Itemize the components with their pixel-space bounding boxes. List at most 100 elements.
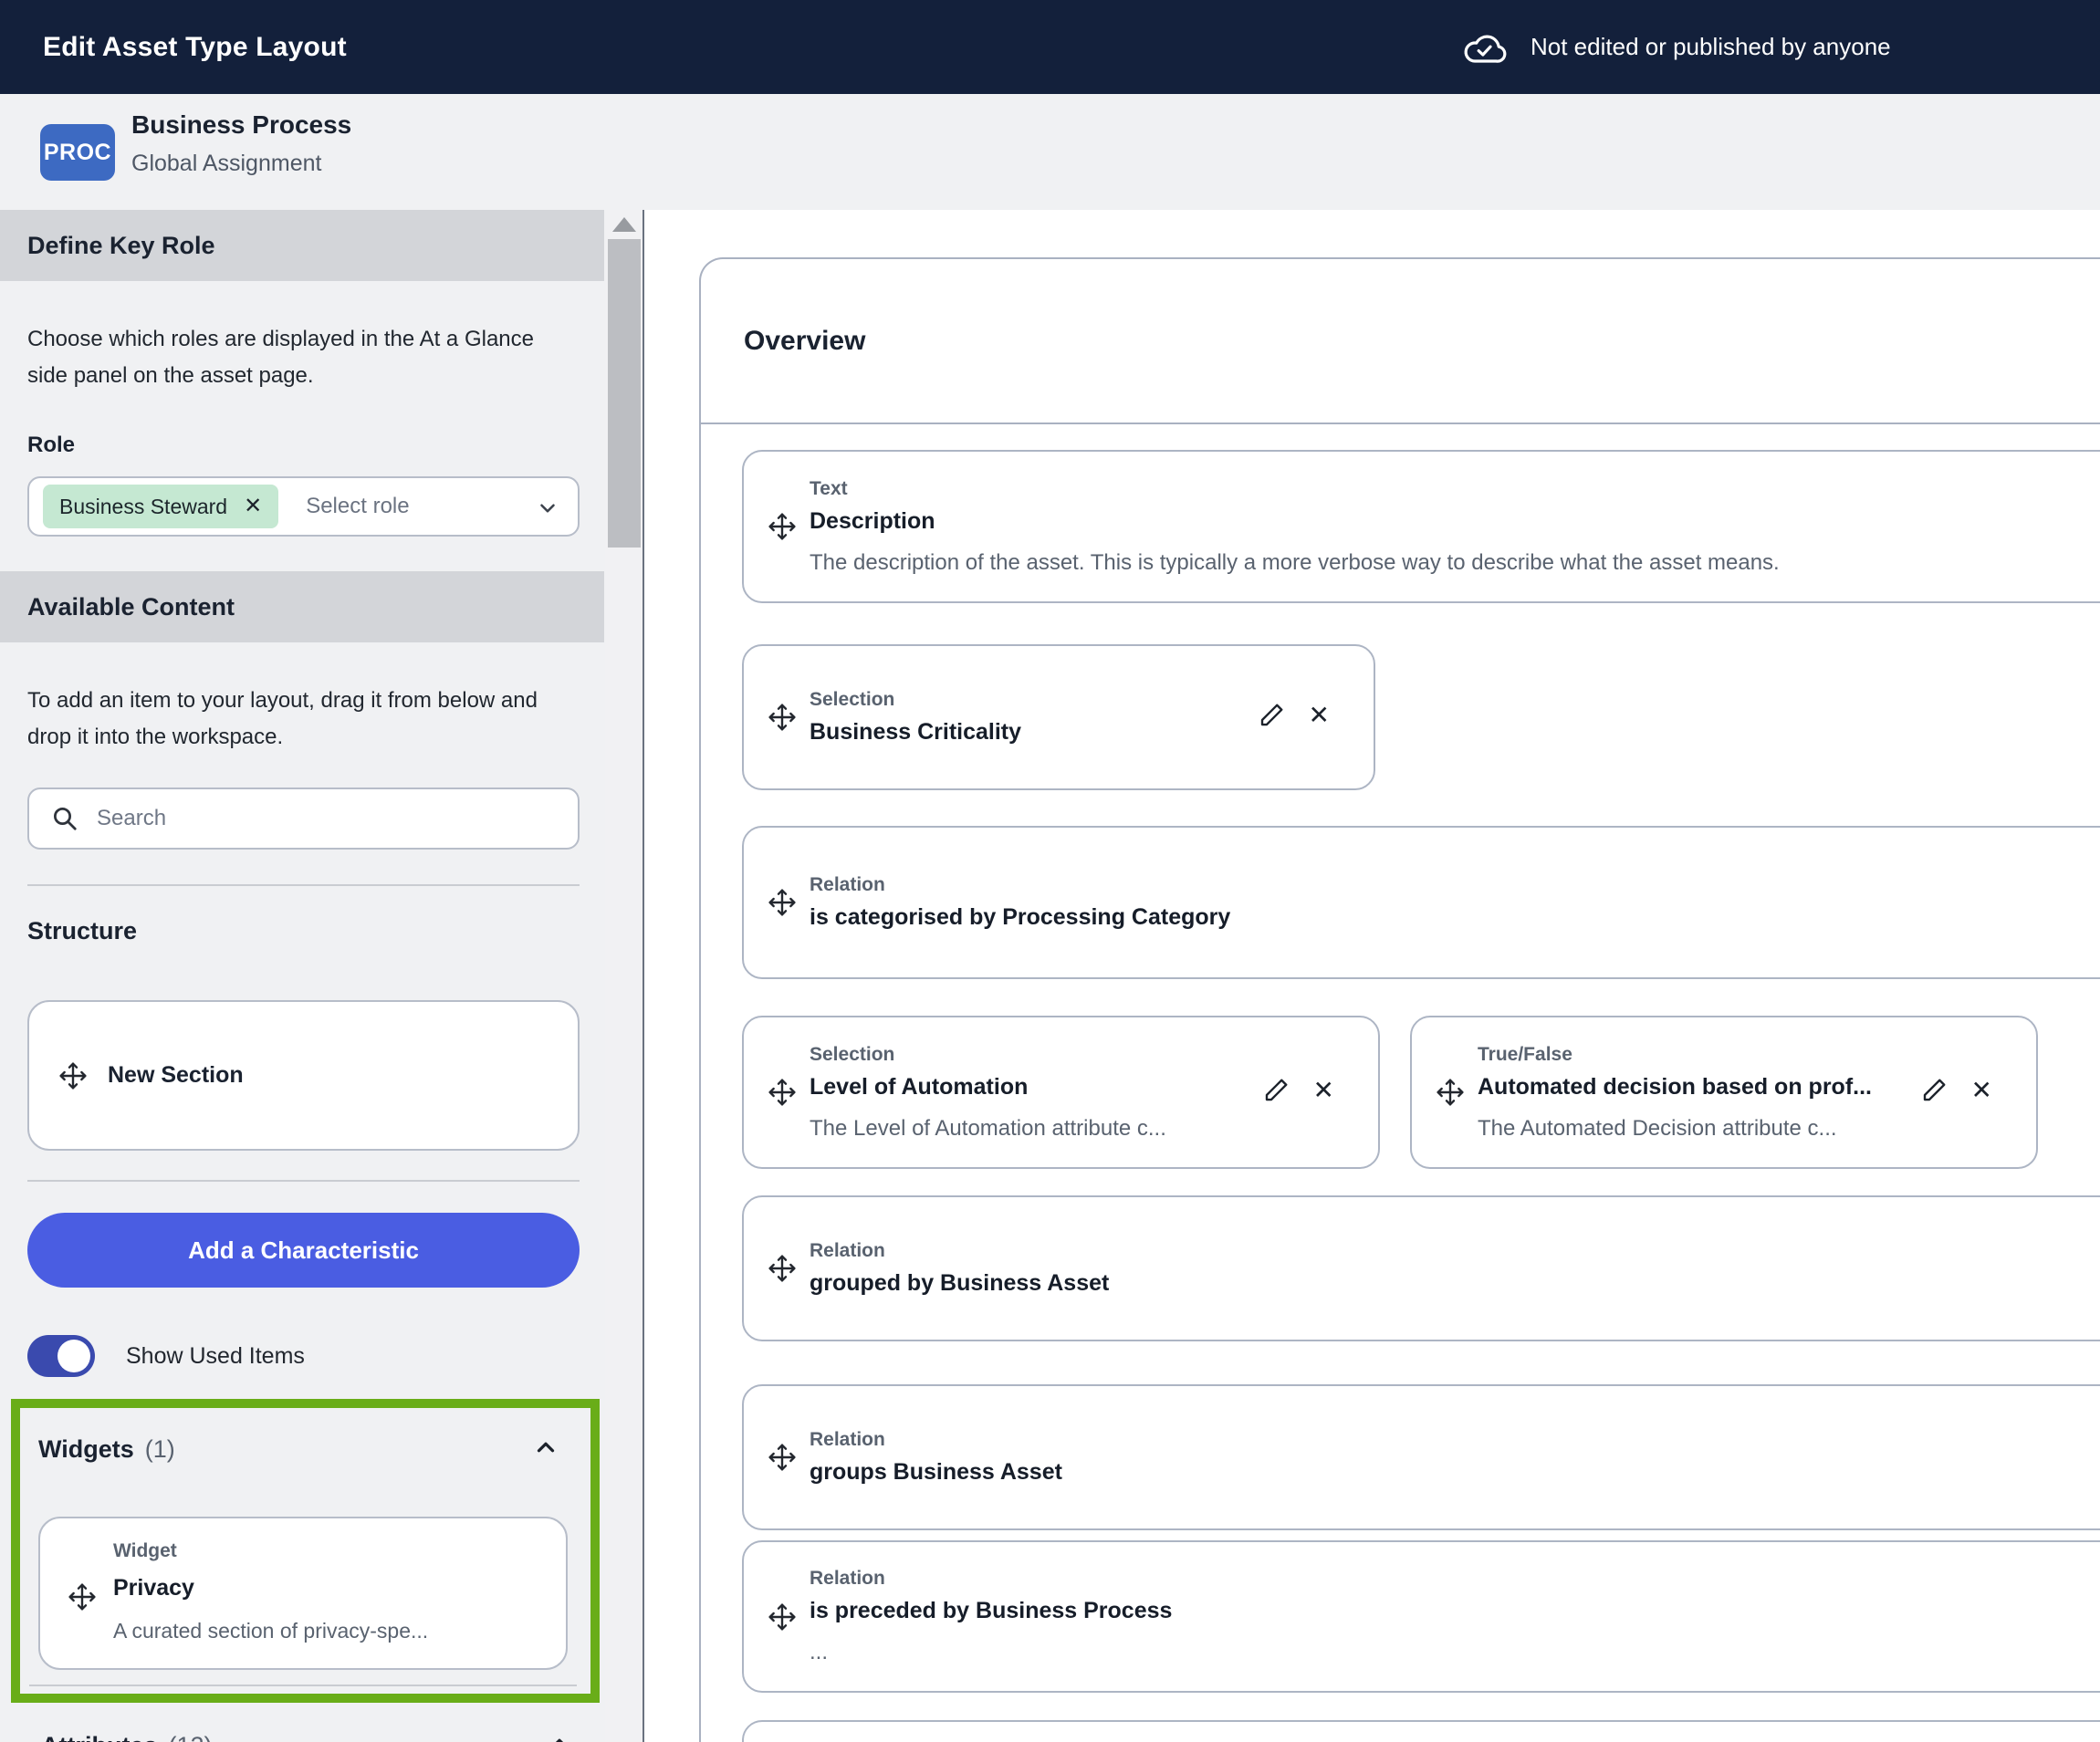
available-content-heading: Available Content <box>27 593 235 621</box>
publish-status: Not edited or published by anyone <box>1463 0 2100 94</box>
card-title: grouped by Business Asset <box>810 1270 2018 1297</box>
remove-icon[interactable]: ✕ <box>1971 1078 1992 1103</box>
structure-heading: Structure <box>27 917 604 945</box>
layout-card-processing-category[interactable]: Relation is categorised by Processing Ca… <box>742 826 2100 979</box>
edit-icon[interactable] <box>1258 702 1285 729</box>
card-description: The Level of Automation attribute c... <box>810 1116 1232 1142</box>
show-used-items-toggle[interactable] <box>27 1335 95 1377</box>
sidebar: Define Key Role Choose which roles are d… <box>0 210 604 1742</box>
divider <box>27 1180 580 1182</box>
move-icon[interactable] <box>768 1254 797 1283</box>
edit-icon[interactable] <box>1920 1077 1948 1104</box>
sidebar-scrollbar[interactable] <box>605 210 643 1742</box>
move-icon[interactable] <box>58 1061 88 1090</box>
remove-icon[interactable]: ✕ <box>1313 1078 1334 1103</box>
move-icon[interactable] <box>768 1602 797 1632</box>
layout-card-grouped-by-business-asset[interactable]: Relation grouped by Business Asset <box>742 1195 2100 1341</box>
card-title: Business Criticality <box>810 719 1228 746</box>
layout-card-business-criticality[interactable]: Selection Business Criticality ✕ <box>742 644 1375 790</box>
new-section-card[interactable]: New Section <box>27 1000 580 1151</box>
role-label: Role <box>27 433 604 458</box>
publish-status-text: Not edited or published by anyone <box>1531 33 1891 61</box>
available-content-header: Available Content <box>0 571 604 642</box>
show-used-items-label: Show Used Items <box>126 1343 305 1370</box>
move-icon[interactable] <box>768 512 797 541</box>
role-tag-business-steward: Business Steward ✕ <box>43 485 278 528</box>
widgets-count: (1) <box>145 1435 175 1464</box>
chevron-down-icon[interactable] <box>536 496 559 525</box>
divider <box>29 1685 577 1686</box>
move-icon[interactable] <box>768 888 797 917</box>
edit-icon[interactable] <box>1262 1077 1290 1104</box>
card-type-label: Selection <box>810 1044 1232 1066</box>
move-icon[interactable] <box>68 1582 97 1612</box>
move-icon[interactable] <box>768 1078 797 1107</box>
move-icon[interactable] <box>768 1443 797 1472</box>
card-title: Automated decision based on prof... <box>1478 1074 1890 1100</box>
collapse-attributes-icon[interactable] <box>546 1730 573 1742</box>
search-input[interactable] <box>97 806 535 831</box>
layout-workspace: Overview Text Description The descriptio… <box>644 210 2100 1742</box>
widgets-highlight-box: Widgets (1) Widget Privacy A curated sec… <box>11 1399 600 1703</box>
widgets-heading-row: Widgets (1) <box>38 1434 572 1466</box>
page-title: Edit Asset Type Layout <box>43 32 347 63</box>
layout-card-groups-business-asset[interactable]: Relation groups Business Asset <box>742 1384 2100 1530</box>
card-type-label: Relation <box>810 1240 2018 1262</box>
remove-icon[interactable]: ✕ <box>1309 703 1330 728</box>
asset-header: PROC Business Process Global Assignment <box>0 94 2100 210</box>
overview-section-header: Overview <box>701 259 2100 424</box>
widgets-heading: Widgets <box>38 1435 134 1464</box>
search-icon <box>51 805 78 832</box>
asset-assignment-subtitle: Global Assignment <box>131 151 321 177</box>
layout-card-is-preceded-by[interactable]: Relation is preceded by Business Process… <box>742 1540 2100 1693</box>
attributes-heading: Attributes <box>41 1732 158 1742</box>
attributes-count: (12) <box>169 1732 213 1742</box>
cloud-check-icon <box>1463 29 1507 66</box>
remove-role-icon[interactable]: ✕ <box>244 495 262 517</box>
card-type-label: Selection <box>810 689 1228 711</box>
role-tag-label: Business Steward <box>59 495 227 519</box>
card-type-label: Text <box>810 478 2018 500</box>
asset-type-title: Business Process <box>131 110 351 140</box>
new-section-label: New Section <box>108 1062 244 1089</box>
layout-card-level-of-automation[interactable]: Selection Level of Automation The Level … <box>742 1016 1380 1169</box>
card-title: Description <box>810 508 2018 535</box>
define-key-role-heading: Define Key Role <box>27 232 215 260</box>
role-select[interactable]: Business Steward ✕ Select role <box>27 476 580 537</box>
role-select-placeholder: Select role <box>306 494 409 519</box>
show-used-items-row: Show Used Items <box>27 1335 604 1377</box>
add-characteristic-button[interactable]: Add a Characteristic <box>27 1213 580 1288</box>
search-box[interactable] <box>27 788 580 850</box>
define-key-role-header: Define Key Role <box>0 210 604 281</box>
card-type-label: Relation <box>810 1429 2018 1451</box>
available-content-description: To add an item to your layout, drag it f… <box>27 683 557 756</box>
card-type-label: True/False <box>1478 1044 1890 1066</box>
layout-card-description[interactable]: Text Description The description of the … <box>742 450 2100 603</box>
overview-section-title: Overview <box>744 326 865 357</box>
card-title: groups Business Asset <box>810 1459 2018 1486</box>
scrollbar-up-arrow[interactable] <box>612 217 636 232</box>
layout-card-automated-decision[interactable]: True/False Automated decision based on p… <box>1410 1016 2038 1169</box>
top-bar: Edit Asset Type Layout Not edited or pub… <box>0 0 2100 94</box>
widget-description: A curated section of privacy-spe... <box>113 1619 428 1643</box>
asset-type-badge: PROC <box>40 124 115 181</box>
layout-card-partial[interactable] <box>742 1720 2100 1742</box>
card-description: The description of the asset. This is ty… <box>810 550 2018 576</box>
card-type-label: Relation <box>810 874 2018 896</box>
move-icon[interactable] <box>768 703 797 732</box>
toggle-knob <box>57 1340 90 1372</box>
divider <box>27 884 580 886</box>
collapse-widgets-icon[interactable] <box>532 1434 559 1466</box>
widget-title: Privacy <box>113 1575 194 1601</box>
widget-card-privacy[interactable]: Widget Privacy A curated section of priv… <box>38 1517 568 1670</box>
move-icon[interactable] <box>1436 1078 1465 1107</box>
card-type-label: Relation <box>810 1568 2018 1590</box>
define-key-role-description: Choose which roles are displayed in the … <box>27 321 534 394</box>
card-title: is categorised by Processing Category <box>810 904 2018 931</box>
attributes-heading-row: Attributes (12) <box>41 1730 586 1742</box>
card-title: is preceded by Business Process <box>810 1598 2018 1624</box>
scrollbar-thumb[interactable] <box>608 239 641 548</box>
card-title: Level of Automation <box>810 1074 1232 1100</box>
card-description: ... <box>810 1640 2018 1665</box>
widget-type-label: Widget <box>113 1540 177 1562</box>
